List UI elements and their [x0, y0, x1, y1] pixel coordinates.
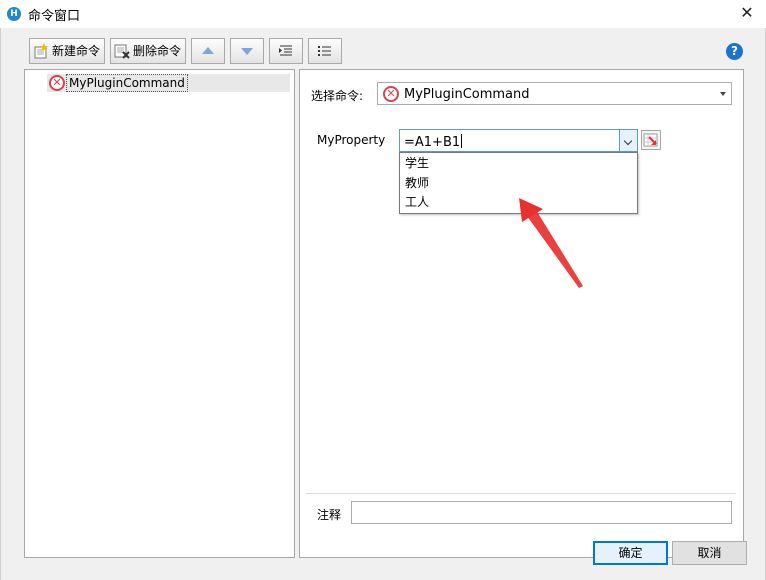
- delete-command-label: 删除命令: [133, 44, 182, 58]
- property-value: =A1+B1: [404, 135, 461, 150]
- selected-command-value: MyPluginCommand: [404, 87, 530, 102]
- tree-item-label: MyPluginCommand: [66, 74, 188, 92]
- outdent-icon: [317, 46, 331, 56]
- command-select[interactable]: ✕ MyPluginCommand: [377, 82, 732, 105]
- arrow-up-icon: [201, 47, 214, 54]
- property-combobox[interactable]: =A1+B1: [399, 129, 638, 152]
- property-label: MyProperty: [317, 133, 386, 147]
- window-title: 命令窗口: [28, 9, 81, 24]
- app-logo-icon: H: [7, 7, 21, 21]
- dropdown-list: 学生 教师 工人: [399, 152, 638, 214]
- indent-icon: [278, 45, 292, 56]
- delete-command-button[interactable]: 删除命令: [110, 38, 186, 64]
- arrow-down-icon: [240, 48, 253, 55]
- text-cursor: [461, 134, 463, 148]
- chevron-down-icon: [720, 92, 726, 96]
- new-document-icon: [33, 43, 49, 59]
- note-label: 注释: [317, 508, 342, 522]
- select-command-label: 选择命令:: [311, 89, 364, 103]
- move-down-button[interactable]: [230, 38, 264, 64]
- command-editor: 选择命令: ✕ MyPluginCommand MyProperty =A1+B…: [299, 69, 744, 558]
- close-icon[interactable]: ✕: [734, 2, 760, 24]
- new-command-label: 新建命令: [52, 44, 101, 58]
- delete-document-icon: [114, 43, 130, 59]
- error-icon: ✕: [383, 86, 399, 102]
- new-command-button[interactable]: 新建命令: [29, 38, 105, 64]
- cancel-button[interactable]: 取消: [672, 541, 747, 565]
- divider: [306, 493, 736, 494]
- move-up-button[interactable]: [191, 38, 225, 64]
- title-bar: H 命令窗口 ✕: [0, 0, 766, 28]
- help-icon[interactable]: ?: [726, 43, 743, 60]
- dropdown-option[interactable]: 教师: [405, 174, 429, 192]
- dropdown-toggle-button[interactable]: [619, 130, 637, 151]
- indent-button[interactable]: [269, 38, 303, 64]
- formula-icon: [643, 133, 658, 147]
- outdent-button[interactable]: [308, 38, 342, 64]
- command-tree: ✕ MyPluginCommand: [24, 69, 295, 558]
- ok-button[interactable]: 确定: [593, 541, 668, 565]
- note-input[interactable]: [351, 501, 732, 524]
- dropdown-option[interactable]: 学生: [405, 154, 429, 172]
- dropdown-option[interactable]: 工人: [405, 193, 429, 211]
- dialog-body: 新建命令 删除命令 ? ✕ MyPluginCommand 选择命令: ✕ My…: [0, 28, 766, 580]
- formula-editor-button[interactable]: [641, 130, 661, 150]
- tree-item[interactable]: ✕ MyPluginCommand: [47, 74, 290, 92]
- error-icon: ✕: [49, 75, 65, 91]
